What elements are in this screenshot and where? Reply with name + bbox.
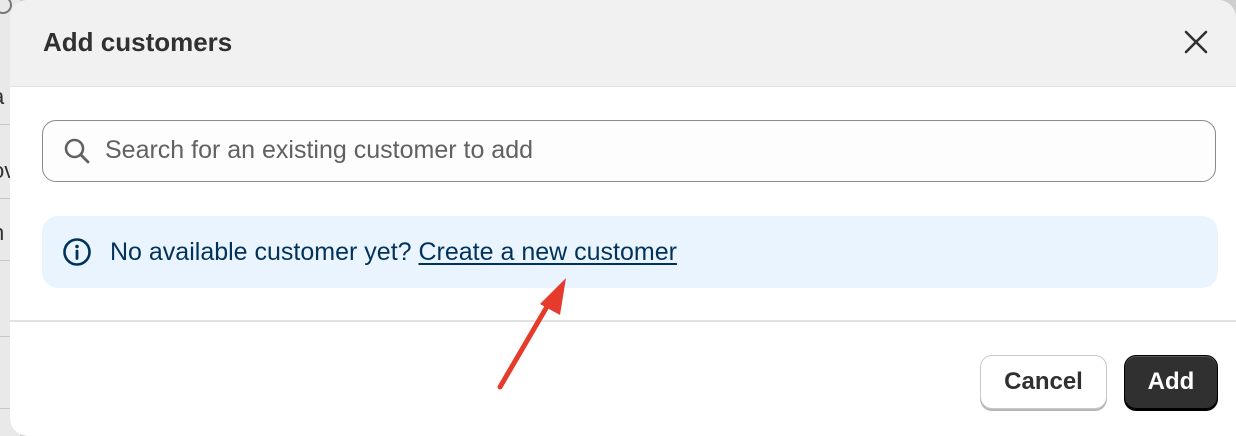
info-banner: No available customer yet? Create a new … [42, 216, 1218, 288]
add-customers-modal: Add customers No available customer yet?… [10, 0, 1236, 436]
footer-divider [10, 320, 1236, 322]
banner-message: No available customer yet? Create a new … [110, 238, 677, 267]
banner-text: No available customer yet? [110, 238, 412, 266]
search-field[interactable] [42, 120, 1216, 182]
close-icon [1184, 30, 1208, 54]
create-new-customer-link[interactable]: Create a new customer [419, 238, 677, 266]
modal-title: Add customers [43, 27, 233, 57]
info-icon [63, 238, 91, 266]
add-button[interactable]: Add [1124, 355, 1218, 409]
cancel-button[interactable]: Cancel [980, 355, 1107, 409]
close-button[interactable] [1178, 24, 1214, 60]
search-input[interactable] [105, 121, 1195, 180]
modal-header: Add customers [10, 0, 1236, 87]
search-icon [64, 138, 90, 164]
